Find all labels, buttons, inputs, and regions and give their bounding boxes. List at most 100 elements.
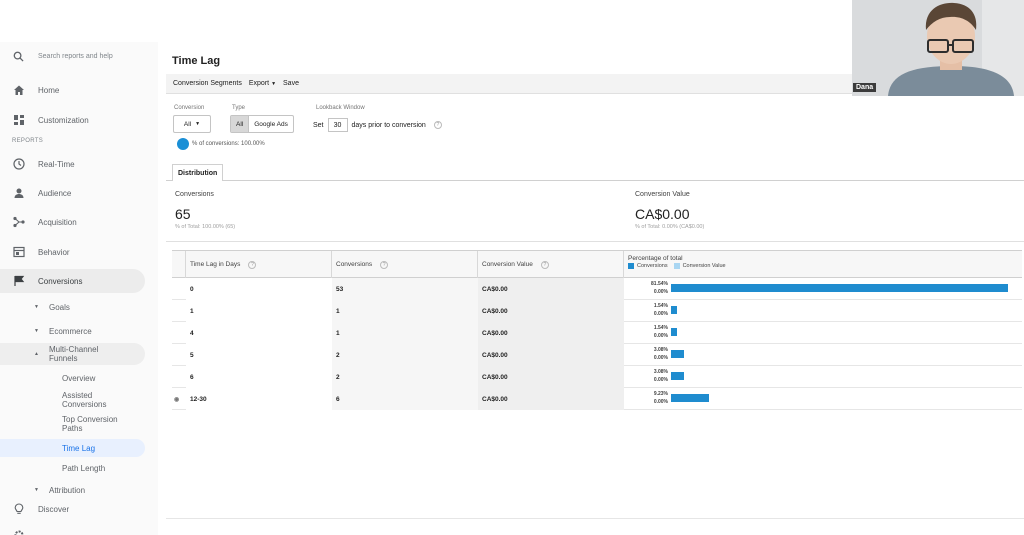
- cell-time-lag: 6: [190, 373, 194, 381]
- cell-time-lag: 0: [190, 285, 194, 293]
- cell-conversions: 2: [336, 351, 340, 359]
- chart-legend: Conversions Conversion Value: [628, 263, 726, 269]
- cell-conversion-value: CA$0.00: [482, 395, 508, 403]
- cell-percentages: 3.08% 0.00%: [644, 368, 668, 384]
- summary-value-sub: % of Total: 0.00% (CA$0.00): [635, 224, 705, 230]
- summary-value-label: Conversion Value: [635, 191, 690, 198]
- conversion-dropdown[interactable]: All ▼: [173, 115, 211, 133]
- sidebar-item-label: Overview: [62, 373, 96, 383]
- cell-background: [332, 322, 478, 344]
- sidebar-item-label: Top Conversion Paths: [62, 415, 118, 433]
- cell-background: [186, 388, 332, 410]
- cell-background: [186, 344, 332, 366]
- home-icon: [12, 84, 25, 97]
- legend-conversions: Conversions: [637, 263, 668, 269]
- cell-conversion-value: CA$0.00: [482, 307, 508, 315]
- chevron-down-icon: ▼: [271, 81, 277, 87]
- sidebar-item-attribution[interactable]: ▼ Attribution: [0, 483, 158, 497]
- sidebar-item-top-conversion-paths[interactable]: Top Conversion Paths: [0, 413, 158, 435]
- sidebar-item-goals[interactable]: ▼ Goals: [0, 300, 158, 314]
- percentage-bar: [671, 350, 684, 358]
- table-row[interactable]: 6 2 CA$0.00 3.08% 0.00%: [172, 366, 1022, 388]
- sidebar-item-overview[interactable]: Overview: [0, 371, 158, 385]
- cell-conversions: 53: [336, 285, 344, 293]
- header-conversions-label: Conversions: [336, 261, 373, 268]
- cell-percentages: 1.54% 0.00%: [644, 302, 668, 318]
- conversion-segments-button[interactable]: Conversion Segments: [173, 80, 242, 87]
- sidebar-search[interactable]: Search reports and help: [0, 48, 158, 64]
- chevron-down-icon: ▼: [34, 487, 39, 493]
- set-label: Set: [313, 121, 324, 129]
- sidebar-item-admin[interactable]: [0, 526, 158, 535]
- lookback-label: Lookback Window: [316, 105, 365, 111]
- sidebar-item-label: Time Lag: [62, 443, 96, 453]
- legend-swatch-value: [673, 263, 680, 269]
- flag-icon: [12, 275, 25, 288]
- webcam-name-label: Dana: [853, 83, 877, 92]
- cell-time-lag: 12-30: [190, 395, 207, 403]
- page-title: Time Lag: [172, 55, 221, 67]
- chevron-up-icon: ▲: [34, 351, 39, 357]
- time-lag-table: Time Lag in Days ? Conversions ? Convers…: [172, 250, 1022, 410]
- header-conversion-value[interactable]: Conversion Value ?: [478, 251, 624, 278]
- sidebar-item-label: Conversions: [38, 276, 83, 286]
- help-icon[interactable]: ?: [380, 260, 389, 269]
- table-row[interactable]: 4 1 CA$0.00 1.54% 0.00%: [172, 322, 1022, 344]
- save-button[interactable]: Save: [283, 80, 299, 87]
- pct-conversion-value: 0.00%: [653, 311, 668, 317]
- export-button[interactable]: Export ▼: [249, 80, 276, 87]
- sidebar-item-path-length[interactable]: Path Length: [0, 461, 158, 475]
- type-google-ads-button[interactable]: Google Ads: [249, 116, 293, 132]
- sidebar-item-audience[interactable]: Audience: [0, 185, 158, 201]
- table-row[interactable]: 5 2 CA$0.00 3.08% 0.00%: [172, 344, 1022, 366]
- cell-background: [332, 366, 478, 388]
- pct-conversions: 9.23%: [653, 391, 668, 397]
- summary-conversions-sub: % of Total: 100.00% (65): [175, 224, 236, 230]
- table-row[interactable]: 1 1 CA$0.00 1.54% 0.00%: [172, 300, 1022, 322]
- help-icon[interactable]: ?: [540, 260, 549, 269]
- percentage-bar: [671, 284, 1008, 292]
- sidebar: Search reports and help Home Customizati…: [0, 42, 158, 535]
- sidebar-item-time-lag[interactable]: Time Lag: [0, 439, 145, 457]
- cell-percentages: 3.08% 0.00%: [644, 346, 668, 362]
- sidebar-item-conversions[interactable]: Conversions: [0, 269, 145, 293]
- sidebar-item-customization[interactable]: Customization: [0, 112, 158, 128]
- topconv-line1: Top Conversion: [62, 415, 118, 424]
- pct-conversions: 81.54%: [651, 281, 668, 287]
- percentage-bar: [671, 372, 684, 380]
- pct-conversions: 3.08%: [653, 347, 668, 353]
- sidebar-item-home[interactable]: Home: [0, 82, 158, 98]
- percentage-bar: [671, 306, 678, 314]
- sidebar-item-assisted-conversions[interactable]: Assisted Conversions: [0, 389, 158, 411]
- help-icon[interactable]: ?: [248, 260, 257, 269]
- sidebar-item-realtime[interactable]: Real-Time: [0, 156, 158, 172]
- sidebar-item-label: Assisted Conversions: [62, 391, 106, 409]
- sidebar-item-label: Discover: [38, 504, 70, 514]
- export-label: Export: [248, 80, 270, 87]
- sidebar-item-acquisition[interactable]: Acquisition: [0, 214, 158, 230]
- sidebar-item-ecommerce[interactable]: ▼ Ecommerce: [0, 324, 158, 338]
- type-all-button[interactable]: All: [231, 116, 250, 132]
- tab-distribution[interactable]: Distribution: [172, 164, 224, 181]
- chevron-down-icon: ▼: [34, 304, 39, 310]
- table-row[interactable]: 0 53 CA$0.00 81.54% 0.00%: [172, 278, 1022, 300]
- sidebar-item-behavior[interactable]: Behavior: [0, 244, 158, 260]
- cell-time-lag: 1: [190, 307, 194, 315]
- cell-time-lag: 5: [190, 351, 194, 359]
- header-conversions[interactable]: Conversions ?: [332, 251, 478, 278]
- pct-conversion-value: 0.00%: [653, 399, 668, 405]
- table-row[interactable]: ◉ 12-30 6 CA$0.00 9.23% 0.00%: [172, 388, 1022, 410]
- row-radio-icon[interactable]: ◉: [174, 388, 179, 410]
- mcf-label-line2: Funnels: [49, 354, 78, 363]
- cell-background: [332, 300, 478, 322]
- sidebar-item-label: Behavior: [38, 247, 70, 257]
- sidebar-item-multi-channel-funnels[interactable]: ▲ Multi-Channel Funnels: [0, 343, 145, 365]
- days-input[interactable]: 30: [327, 118, 348, 132]
- header-time-lag-label: Time Lag in Days: [190, 261, 241, 268]
- help-icon[interactable]: ?: [433, 121, 442, 129]
- header-time-lag[interactable]: Time Lag in Days ?: [186, 251, 332, 278]
- table-header: Time Lag in Days ? Conversions ? Convers…: [172, 251, 1022, 278]
- cell-conversion-value: CA$0.00: [482, 285, 508, 293]
- sidebar-item-discover[interactable]: Discover: [0, 501, 158, 517]
- sidebar-item-label: Home: [38, 85, 60, 95]
